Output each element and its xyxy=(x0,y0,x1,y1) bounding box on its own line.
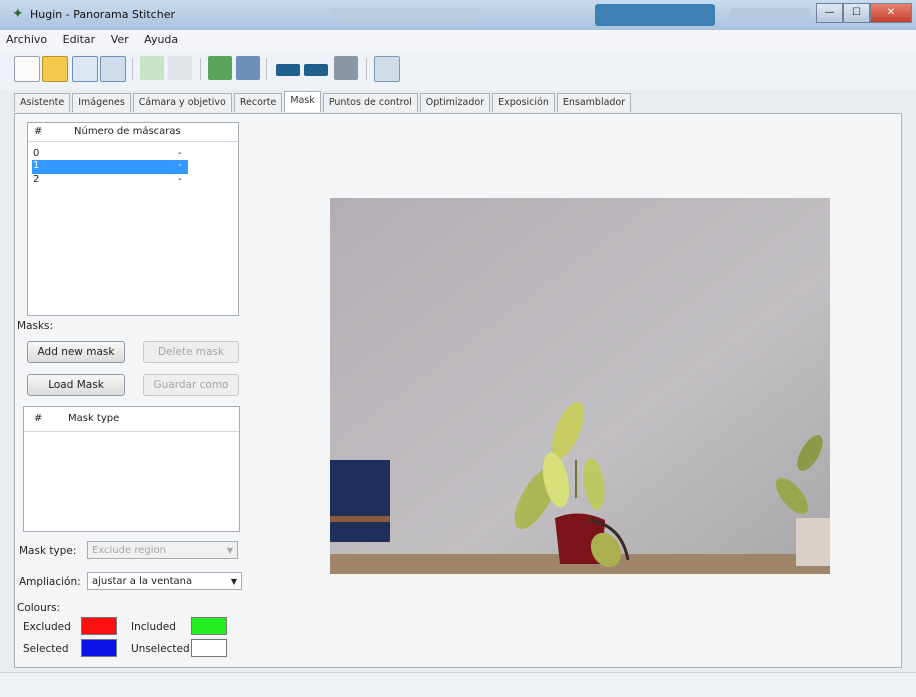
toolbar-separator xyxy=(200,58,201,80)
blurred-titlebar-area xyxy=(595,4,715,26)
excluded-label: Excluded xyxy=(23,621,71,633)
mask-editor-image-preview[interactable] xyxy=(330,198,830,574)
selected-colour-button[interactable] xyxy=(81,639,117,657)
column-header-index[interactable]: # xyxy=(34,126,42,137)
list-item-selected[interactable]: 1 - xyxy=(32,160,188,174)
menu-ver[interactable]: Ver xyxy=(105,30,135,49)
stitch-icon[interactable] xyxy=(236,56,260,80)
menu-bar: Archivo Editar Ver Ayuda xyxy=(0,30,916,51)
blurred-titlebar-area xyxy=(730,8,810,20)
photo-plant-image xyxy=(330,198,830,574)
status-bar xyxy=(0,672,916,697)
chevron-down-icon: ▼ xyxy=(230,577,237,586)
hugin-logo-icon: ✦ xyxy=(12,6,24,22)
save-as-icon[interactable] xyxy=(100,56,126,82)
menu-editar[interactable]: Editar xyxy=(57,30,102,49)
new-project-icon[interactable] xyxy=(14,56,40,82)
mask-list-header: # Mask type xyxy=(24,407,239,432)
layout-icon[interactable] xyxy=(334,56,358,80)
redo-icon[interactable] xyxy=(168,56,192,80)
minimize-button[interactable]: — xyxy=(816,3,843,23)
colours-label: Colours: xyxy=(17,602,61,614)
tab-asistente[interactable]: Asistente xyxy=(14,93,71,112)
column-header-mask-count[interactable]: Número de máscaras xyxy=(74,126,181,137)
tab-recorte[interactable]: Recorte xyxy=(233,93,283,112)
window-controls: — ☐ ✕ xyxy=(816,3,912,23)
mask-list[interactable]: # Mask type xyxy=(23,406,240,532)
tab-imagenes[interactable]: Imágenes xyxy=(72,93,131,112)
unselected-colour-button[interactable] xyxy=(191,639,227,657)
row-index: 2 xyxy=(33,174,40,185)
column-header-index[interactable]: # xyxy=(34,413,42,424)
tab-mask[interactable]: Mask xyxy=(284,91,321,112)
tab-puntos-control[interactable]: Puntos de control xyxy=(322,93,418,112)
row-mask-count: - xyxy=(178,160,182,171)
window-title: Hugin - Panorama Stitcher xyxy=(30,8,175,21)
tab-optimizador[interactable]: Optimizador xyxy=(419,93,491,112)
row-index: 0 xyxy=(33,148,40,159)
mask-type-select[interactable]: Exclude region ▼ xyxy=(87,541,238,559)
menu-ayuda[interactable]: Ayuda xyxy=(138,30,184,49)
title-bar: ✦ Hugin - Panorama Stitcher — ☐ ✕ xyxy=(0,0,916,30)
close-button[interactable]: ✕ xyxy=(870,3,912,23)
zoom-select[interactable]: ajustar a la ventana ▼ xyxy=(87,572,242,590)
mask-type-value: Exclude region xyxy=(92,545,166,556)
save-icon[interactable] xyxy=(72,56,98,82)
delete-mask-button[interactable]: Delete mask xyxy=(143,341,239,363)
zoom-label: Ampliación: xyxy=(19,576,81,588)
images-list[interactable]: # Número de máscaras 0 - 1 - 2 - xyxy=(27,122,239,316)
load-mask-button[interactable]: Load Mask xyxy=(27,374,125,396)
open-folder-icon[interactable] xyxy=(42,56,68,82)
unselected-label: Unselected xyxy=(131,643,190,655)
tab-bar: Asistente Imágenes Cámara y objetivo Rec… xyxy=(14,91,633,113)
toolbar xyxy=(0,50,916,90)
selected-label: Selected xyxy=(23,643,69,655)
toolbar-separator xyxy=(366,58,367,80)
tab-camara[interactable]: Cámara y objetivo xyxy=(132,93,232,112)
row-index: 1 xyxy=(33,160,40,171)
chevron-down-icon: ▼ xyxy=(226,546,233,555)
list-item[interactable]: 0 - xyxy=(28,148,238,160)
maximize-button[interactable]: ☐ xyxy=(843,3,870,23)
included-colour-button[interactable] xyxy=(191,617,227,635)
included-label: Included xyxy=(131,621,176,633)
tab-exposicion[interactable]: Exposición xyxy=(492,93,555,112)
masks-label: Masks: xyxy=(17,320,54,332)
toolbar-separator xyxy=(266,58,267,80)
row-mask-count: - xyxy=(178,174,182,185)
row-mask-count: - xyxy=(178,148,182,159)
add-images-icon[interactable] xyxy=(208,56,232,80)
fast-preview-icon[interactable] xyxy=(304,64,328,76)
save-mask-as-button[interactable]: Guardar como xyxy=(143,374,239,396)
undo-icon[interactable] xyxy=(140,56,164,80)
add-new-mask-button[interactable]: Add new mask xyxy=(27,341,125,363)
excluded-colour-button[interactable] xyxy=(81,617,117,635)
list-item[interactable]: 2 - xyxy=(28,174,238,186)
menu-archivo[interactable]: Archivo xyxy=(0,30,53,49)
tab-ensamblador[interactable]: Ensamblador xyxy=(556,93,632,112)
column-header-mask-type[interactable]: Mask type xyxy=(68,413,119,424)
toolbar-separator xyxy=(132,58,133,80)
zoom-value: ajustar a la ventana xyxy=(92,576,193,587)
gl-preview-icon[interactable] xyxy=(374,56,400,82)
images-list-header: # Número de máscaras xyxy=(28,123,238,142)
panorama-preview-icon[interactable] xyxy=(276,64,300,76)
mask-type-label: Mask type: xyxy=(19,545,77,557)
blurred-titlebar-area xyxy=(330,8,480,20)
